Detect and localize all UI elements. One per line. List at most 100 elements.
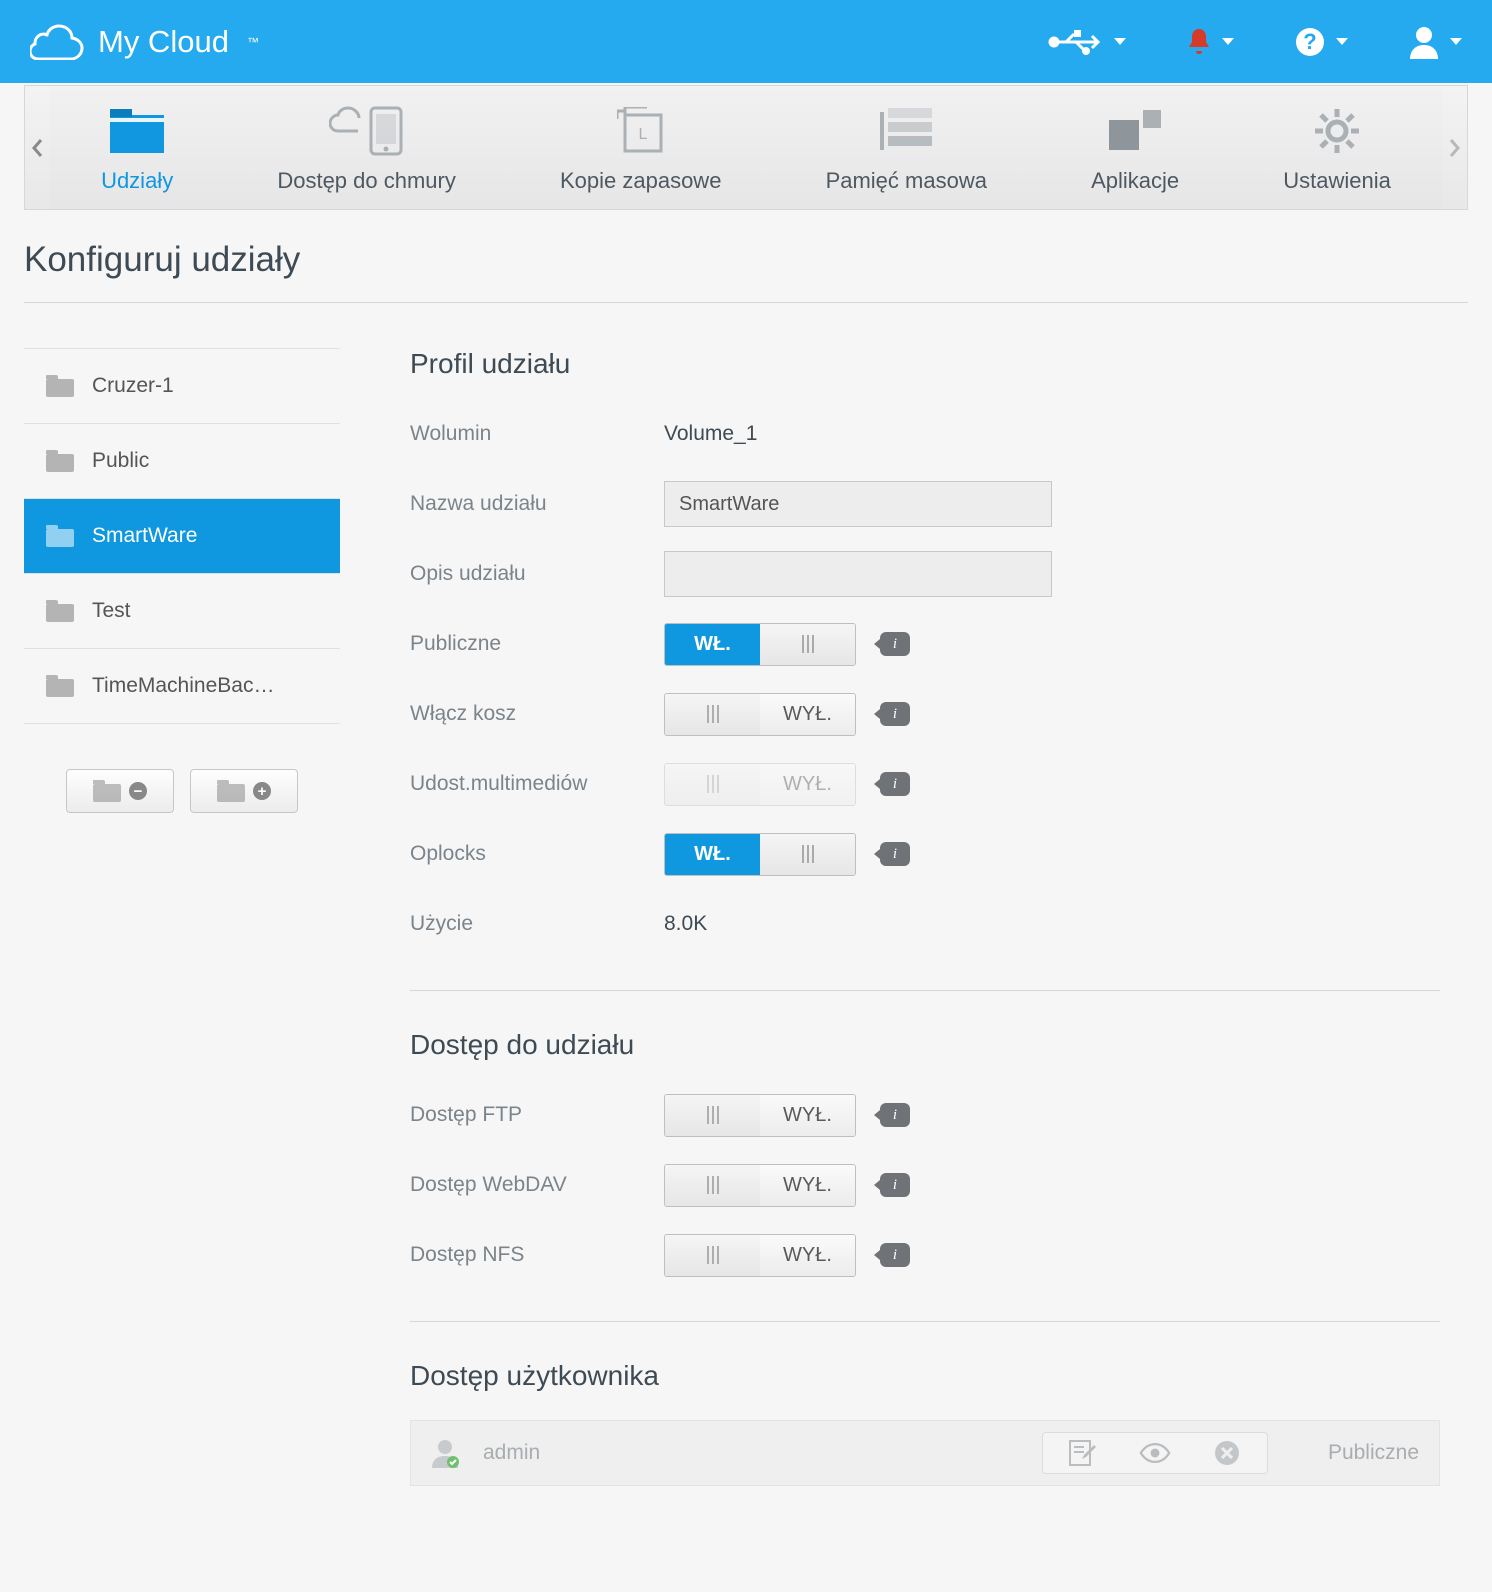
volume-value: Volume_1 [664,422,757,446]
help-icon: ? [1294,26,1326,58]
usb-menu[interactable] [1048,29,1126,55]
cloud-device-icon [329,106,405,156]
media-toggle: WYŁ. [664,763,856,806]
info-icon[interactable]: i [880,842,910,866]
share-name: TimeMachineBac… [92,674,274,698]
nav-apps[interactable]: Aplikacje [1071,92,1199,204]
toggle-off-label: WYŁ. [760,1165,855,1206]
oplocks-toggle[interactable]: WŁ. [664,833,856,876]
section-user-access-title: Dostęp użytkownika [410,1360,1440,1392]
user-icon [1408,25,1440,59]
webdav-label: Dostęp WebDAV [410,1173,664,1197]
section-access-title: Dostęp do udziału [410,1029,1440,1061]
permission-label: Publiczne [1328,1441,1419,1465]
storage-icon [880,108,932,154]
minus-icon: − [129,782,147,800]
remove-share-button[interactable]: − [66,769,174,813]
add-share-button[interactable]: + [190,769,298,813]
ftp-toggle[interactable]: WYŁ. [664,1094,856,1137]
permission-buttons [1042,1432,1268,1474]
nav-storage[interactable]: Pamięć masowa [806,92,1007,204]
brand-text: My Cloud [98,24,229,60]
public-toggle[interactable]: WŁ. [664,623,856,666]
cloud-icon [30,24,84,60]
grip-icon [707,1106,719,1124]
share-item[interactable]: Cruzer-1 [24,349,340,424]
toggle-off-label: WYŁ. [760,1235,855,1276]
user-menu[interactable] [1408,25,1462,59]
view-permission-icon[interactable] [1139,1439,1171,1467]
share-item-selected[interactable]: SmartWare [24,499,340,574]
nav-cloud-access[interactable]: Dostęp do chmury [257,92,476,204]
info-icon[interactable]: i [880,1173,910,1197]
nav-scroll-right[interactable] [1443,86,1467,209]
user-icon [431,1438,459,1468]
help-menu[interactable]: ? [1294,26,1348,58]
ftp-label: Dostęp FTP [410,1103,664,1127]
nav-backups[interactable]: L Kopie zapasowe [540,92,741,204]
grip-icon [802,845,814,863]
share-desc-input[interactable] [664,551,1052,597]
info-icon[interactable]: i [880,772,910,796]
share-name: Public [92,449,149,473]
grip-icon [707,1246,719,1264]
nav-label: Kopie zapasowe [560,168,721,194]
share-list: Cruzer-1 Public SmartWare Test TimeMachi… [24,348,340,724]
folder-icon [46,450,74,472]
main-nav: Udziały Dostęp do chmury L Kopie zapasow… [24,85,1468,210]
folder-icon [217,780,245,802]
backup-icon: L [617,107,665,155]
chevron-right-icon [1449,138,1461,158]
share-name-label: Nazwa udziału [410,492,664,516]
edit-permission-icon[interactable] [1067,1439,1099,1467]
caret-down-icon [1222,38,1234,45]
nav-label: Dostęp do chmury [277,168,456,194]
user-access-row[interactable]: admin Publiczne [410,1420,1440,1486]
info-icon[interactable]: i [880,702,910,726]
toggle-off-label: WYŁ. [760,1095,855,1136]
top-bar: My Cloud™ ? [0,0,1492,83]
share-item[interactable]: Public [24,424,340,499]
usage-value: 8.0K [664,912,707,936]
separator [410,990,1440,991]
svg-text:?: ? [1303,29,1316,54]
caret-down-icon [1336,38,1348,45]
section-profile-title: Profil udziału [410,348,1440,380]
share-name: Cruzer-1 [92,374,174,398]
info-icon[interactable]: i [880,632,910,656]
public-label: Publiczne [410,632,664,656]
share-name-input[interactable] [664,481,1052,527]
toggle-on-label: WŁ. [665,834,760,875]
chevron-left-icon [31,138,43,158]
caret-down-icon [1450,38,1462,45]
folder-icon [46,675,74,697]
toggle-on-label: WŁ. [665,624,760,665]
recycle-toggle[interactable]: WYŁ. [664,693,856,736]
deny-permission-icon[interactable] [1211,1439,1243,1467]
nav-shares[interactable]: Udziały [81,92,193,204]
alerts-menu[interactable] [1186,27,1234,57]
usb-icon [1048,29,1104,55]
usage-label: Użycie [410,912,664,936]
grip-icon [707,705,719,723]
nfs-label: Dostęp NFS [410,1243,664,1267]
share-item[interactable]: Test [24,574,340,649]
separator [410,1321,1440,1322]
nav-settings[interactable]: Ustawienia [1263,92,1411,204]
grip-icon [707,1176,719,1194]
nav-scroll-left[interactable] [25,86,49,209]
apps-icon [1109,110,1161,152]
brand-logo[interactable]: My Cloud™ [30,24,259,60]
caret-down-icon [1114,38,1126,45]
info-icon[interactable]: i [880,1243,910,1267]
nav-label: Udziały [101,168,173,194]
plus-icon: + [253,782,271,800]
webdav-toggle[interactable]: WYŁ. [664,1164,856,1207]
share-item[interactable]: TimeMachineBac… [24,649,340,724]
user-name: admin [483,1441,540,1465]
nav-label: Pamięć masowa [826,168,987,194]
gear-icon [1313,107,1361,155]
info-icon[interactable]: i [880,1103,910,1127]
share-desc-label: Opis udziału [410,562,664,586]
nfs-toggle[interactable]: WYŁ. [664,1234,856,1277]
